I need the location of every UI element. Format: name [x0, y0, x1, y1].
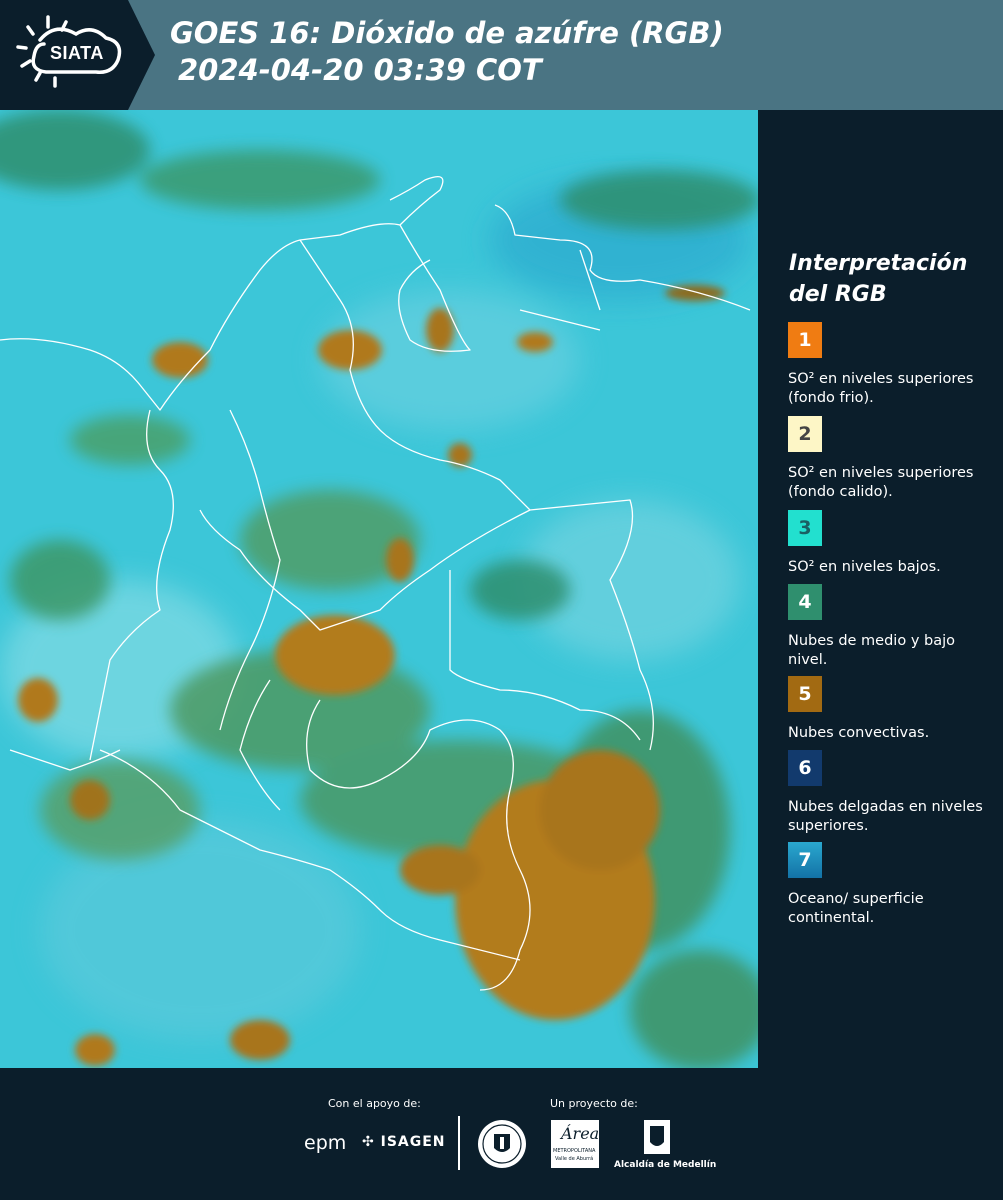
legend-item-7: 7 Oceano/ superficie continental. — [788, 842, 993, 928]
support-label: Con el apoyo de: — [328, 1097, 421, 1110]
footer: Con el apoyo de: Un proyecto de: epm ✣ I… — [0, 1068, 1003, 1200]
satellite-image — [0, 110, 758, 1068]
header: SIATA GOES 16: Dióxido de azúfre (RGB) 2… — [0, 0, 1003, 110]
legend-item-5: 5 Nubes convectivas. — [788, 676, 993, 743]
isagen-logo-text: ISAGEN — [380, 1134, 446, 1150]
satellite-map[interactable] — [0, 110, 758, 1068]
legend-item-1: 1 SO² en niveles superiores (fondo frio)… — [788, 322, 993, 408]
legend-item-6: 6 Nubes delgadas en niveles superiores. — [788, 750, 993, 836]
area-logo-subtitle2: Valle de Aburrá — [555, 1156, 594, 1162]
legend-item-4: 4 Nubes de medio y bajo nivel. — [788, 584, 993, 670]
legend-item-3: 3 SO² en niveles bajos. — [788, 510, 993, 577]
legend-label: SO² en niveles superiores (fondo calido)… — [788, 465, 974, 500]
legend-swatch: 2 — [788, 416, 822, 452]
legend-label: SO² en niveles superiores (fondo frio). — [788, 371, 974, 406]
rgb-legend: Interpretación del RGB 1 SO² en niveles … — [760, 110, 1003, 1068]
legend-swatch: 5 — [788, 676, 822, 712]
siata-logo[interactable]: SIATA — [0, 0, 155, 110]
legend-swatch: 3 — [788, 510, 822, 546]
legend-swatch: 1 — [788, 322, 822, 358]
page-title: GOES 16: Dióxido de azúfre (RGB) — [170, 16, 724, 50]
area-logo-title: Área — [561, 1124, 600, 1143]
footer-divider — [458, 1116, 460, 1170]
legend-title: Interpretación del RGB — [789, 251, 968, 307]
legend-item-2: 2 SO² en niveles superiores (fondo calid… — [788, 416, 993, 502]
legend-label: Nubes delgadas en niveles superiores. — [788, 799, 983, 834]
medellin-seal-icon[interactable] — [476, 1118, 528, 1170]
siata-logo-text: SIATA — [50, 43, 104, 63]
isagen-mark-icon: ✣ — [362, 1134, 381, 1150]
page-timestamp: 2024-04-20 03:39 COT — [178, 53, 542, 87]
area-metropolitana-logo[interactable]: Área METROPOLITANA Valle de Aburrá — [551, 1120, 599, 1168]
legend-swatch: 4 — [788, 584, 822, 620]
alcaldia-logo-text[interactable]: Alcaldía de Medellín — [614, 1160, 716, 1170]
epm-logo[interactable]: epm — [304, 1132, 346, 1154]
project-label: Un proyecto de: — [550, 1097, 638, 1110]
legend-label: Oceano/ superficie continental. — [788, 891, 924, 926]
legend-label: SO² en niveles bajos. — [788, 559, 941, 575]
legend-swatch: 6 — [788, 750, 822, 786]
area-logo-subtitle: METROPOLITANA — [553, 1148, 596, 1154]
alcaldia-crest-icon[interactable] — [642, 1118, 672, 1156]
legend-swatch: 7 — [788, 842, 822, 878]
legend-label: Nubes de medio y bajo nivel. — [788, 633, 955, 668]
legend-label: Nubes convectivas. — [788, 725, 930, 741]
isagen-logo[interactable]: ✣ ISAGEN — [362, 1134, 446, 1150]
